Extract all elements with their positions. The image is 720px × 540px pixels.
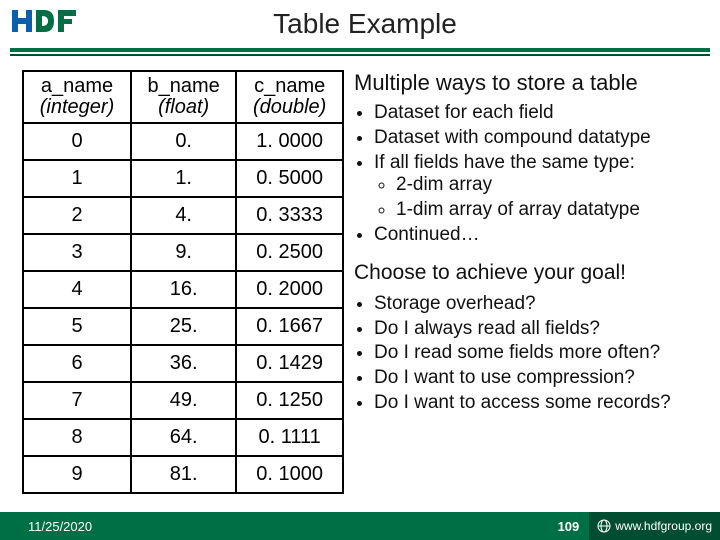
bullet-list-2: Storage overhead? Do I always read all f… (374, 293, 710, 415)
divider-thick (10, 48, 710, 52)
table-cell: 1 (23, 160, 131, 197)
list-item: 2-dim array (396, 174, 710, 197)
list-item: Dataset with compound datatype (374, 127, 710, 150)
table-cell: 0. 1667 (236, 308, 343, 345)
table-cell: 1. (131, 160, 236, 197)
list-item: Do I read some fields more often? (374, 342, 710, 365)
col-header-a: a_name (integer) (23, 71, 131, 123)
table-row: 636.0. 1429 (23, 345, 343, 382)
footer-date: 11/25/2020 (28, 519, 92, 534)
table-cell: 6 (23, 345, 131, 382)
hdf-logo (10, 4, 80, 44)
table-cell: 0. 1111 (236, 419, 343, 456)
table-cell: 0. (131, 123, 236, 160)
globe-icon (597, 519, 611, 533)
right-heading-1: Multiple ways to store a table (354, 70, 710, 96)
footer-badge: www.hdfgroup.org (589, 512, 720, 540)
table-row: 981.0. 1000 (23, 456, 343, 493)
table-cell: 36. (131, 345, 236, 382)
list-item: Storage overhead? (374, 293, 710, 316)
table-row: 416.0. 2000 (23, 271, 343, 308)
table-cell: 2 (23, 197, 131, 234)
table-row: 24.0. 3333 (23, 197, 343, 234)
list-item: Do I want to access some records? (374, 392, 710, 415)
table-row: 39.0. 2500 (23, 234, 343, 271)
page-number: 109 (558, 519, 580, 534)
table-cell: 0. 1429 (236, 345, 343, 382)
right-heading-2: Choose to achieve your goal! (354, 261, 710, 285)
table-cell: 7 (23, 382, 131, 419)
table-cell: 0. 1250 (236, 382, 343, 419)
table-row: 864.0. 1111 (23, 419, 343, 456)
list-item: Continued… (374, 224, 710, 247)
table-cell: 4 (23, 271, 131, 308)
list-item: If all fields have the same type: 2-dim … (374, 152, 710, 222)
col-header-c: c_name (double) (236, 71, 343, 123)
table-cell: 9 (23, 456, 131, 493)
table-row: 749.0. 1250 (23, 382, 343, 419)
footer-url: www.hdfgroup.org (615, 519, 712, 533)
list-item: Dataset for each field (374, 102, 710, 125)
table-cell: 1. 0000 (236, 123, 343, 160)
list-item: 1-dim array of array datatype (396, 199, 710, 222)
bullet-list-1: Dataset for each field Dataset with comp… (374, 102, 710, 247)
table-cell: 81. (131, 456, 236, 493)
list-item: Do I always read all fields? (374, 318, 710, 341)
table-cell: 0 (23, 123, 131, 160)
slide-title: Table Example (80, 8, 720, 40)
table-row: 00.1. 0000 (23, 123, 343, 160)
table-cell: 0. 3333 (236, 197, 343, 234)
table-cell: 0. 1000 (236, 456, 343, 493)
list-item: Do I want to use compression? (374, 367, 710, 390)
col-header-b: b_name (float) (131, 71, 236, 123)
table-cell: 49. (131, 382, 236, 419)
table-row: 525.0. 1667 (23, 308, 343, 345)
table-cell: 0. 2500 (236, 234, 343, 271)
table-cell: 9. (131, 234, 236, 271)
table-cell: 64. (131, 419, 236, 456)
table-cell: 0. 2000 (236, 271, 343, 308)
table-cell: 4. (131, 197, 236, 234)
footer: 11/25/2020 109 www.hdfgroup.org (0, 512, 720, 540)
data-table: a_name (integer) b_name (float) c_name (… (22, 70, 344, 494)
table-row: 11.0. 5000 (23, 160, 343, 197)
divider-thin (10, 54, 710, 56)
table-cell: 25. (131, 308, 236, 345)
table-cell: 5 (23, 308, 131, 345)
table-cell: 3 (23, 234, 131, 271)
table-cell: 16. (131, 271, 236, 308)
table-cell: 0. 5000 (236, 160, 343, 197)
table-cell: 8 (23, 419, 131, 456)
